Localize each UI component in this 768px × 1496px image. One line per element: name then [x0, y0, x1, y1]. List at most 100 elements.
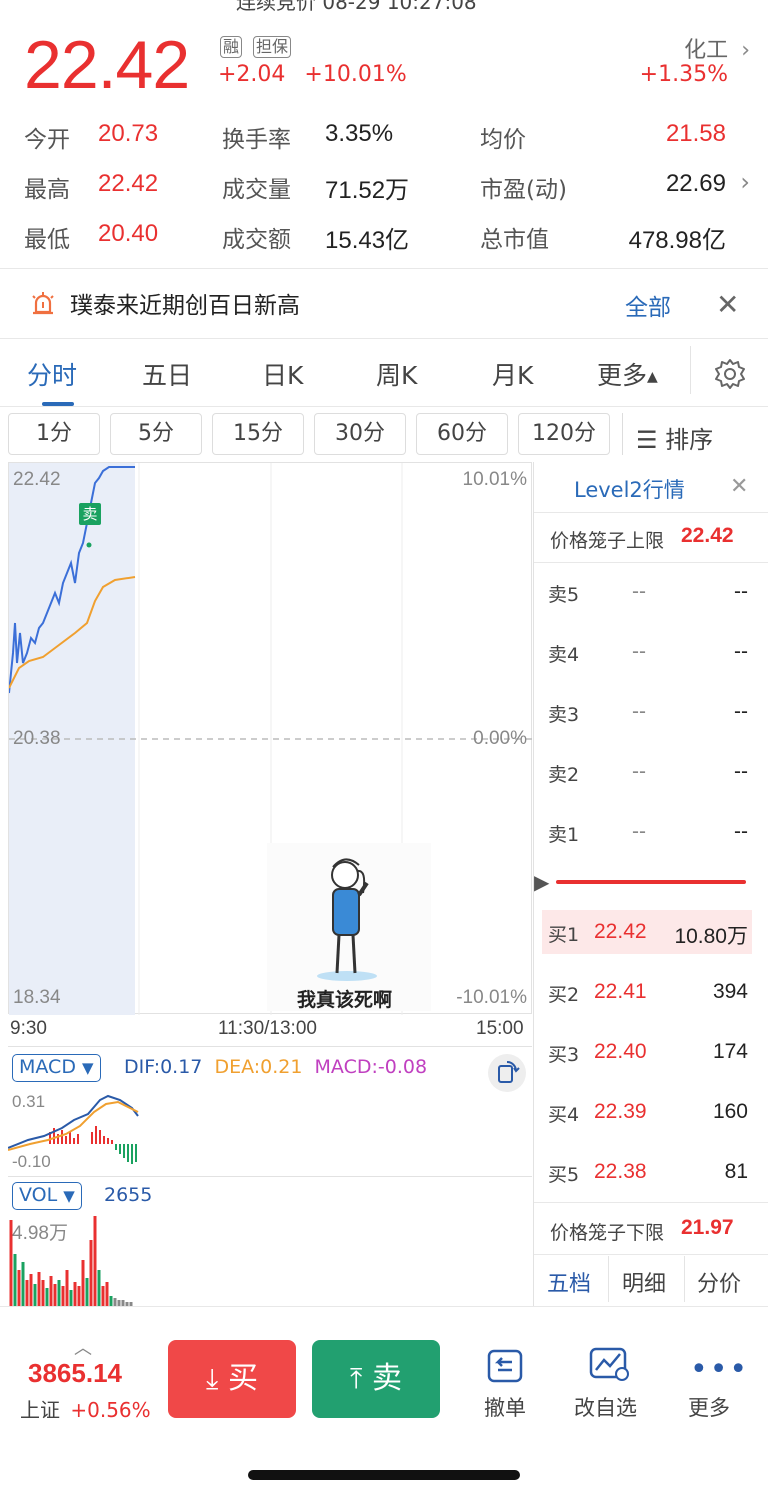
- stat-avg-label: 均价: [480, 127, 526, 153]
- ask-volume: --: [734, 640, 748, 663]
- bid-row: 买1 22.42 10.80万: [548, 920, 748, 950]
- index-value[interactable]: 3865.14: [28, 1358, 122, 1389]
- index-percent: +0.56%: [70, 1398, 151, 1422]
- tab-order-book[interactable]: 五档: [547, 1266, 591, 1298]
- vol-value: 2655: [104, 1184, 153, 1206]
- upper-limit-value: 22.42: [681, 524, 734, 547]
- arrow-down-icon: ⤓: [206, 1362, 219, 1395]
- stat-amount-label: 成交额: [222, 227, 291, 253]
- minute-30-button[interactable]: 30分: [314, 413, 406, 455]
- bid-price: 22.42: [594, 920, 647, 943]
- industry-percent: +1.35%: [639, 62, 728, 87]
- price-change: +2.04 +10.01%: [218, 62, 407, 87]
- tab-more[interactable]: 更多▲: [597, 356, 658, 392]
- sort-label: 排序: [665, 426, 714, 454]
- bid-row: 买4 22.39 160: [548, 1100, 748, 1130]
- minute-15-button[interactable]: 15分: [212, 413, 304, 455]
- ask-price: --: [632, 700, 646, 723]
- minute-60-button[interactable]: 60分: [416, 413, 508, 455]
- ask-label: 卖1: [548, 824, 580, 846]
- chevron-right-icon: ›: [741, 38, 750, 63]
- cancel-order-label[interactable]: 撤单: [484, 1392, 526, 1422]
- minute-1-button[interactable]: 1分: [8, 413, 100, 455]
- y-mid-label: 20.38: [13, 728, 61, 749]
- stat-volume-label: 成交量: [222, 177, 291, 203]
- y-low-label: 18.34: [13, 987, 61, 1008]
- ask-label: 卖3: [548, 704, 580, 726]
- ask-price: --: [632, 760, 646, 783]
- macd-selector[interactable]: MACD ▼: [12, 1054, 101, 1082]
- intraday-chart[interactable]: 卖 22.42 20.38 18.34 10.01% 0.00% -10.01%…: [8, 462, 533, 1015]
- tab-five-day[interactable]: 五日: [142, 356, 192, 392]
- news-all-link[interactable]: 全部: [625, 288, 671, 322]
- rotate-icon[interactable]: [488, 1054, 526, 1092]
- change-value: +2.04: [218, 62, 286, 87]
- sell-button[interactable]: ⤒ 卖: [312, 1340, 440, 1418]
- stat-turnover-value: 3.35%: [325, 120, 394, 147]
- tab-intraday[interactable]: 分时: [27, 356, 77, 392]
- ask-label: 卖2: [548, 764, 580, 786]
- close-icon[interactable]: ✕: [730, 474, 748, 499]
- tab-more-label: 更多: [597, 361, 648, 390]
- edit-watchlist-icon[interactable]: [588, 1346, 632, 1384]
- stat-high-label: 最高: [24, 177, 70, 203]
- divider: [534, 1254, 768, 1255]
- bid-label: 买3: [548, 1044, 580, 1066]
- buy-label: 买: [227, 1361, 258, 1396]
- tab-price-distribution[interactable]: 分价: [697, 1266, 741, 1298]
- index-name: 上证: [20, 1398, 60, 1422]
- macd-values: DIF:0.17 DEA:0.21 MACD:-0.08: [124, 1056, 427, 1078]
- tab-weekly-k[interactable]: 周K: [376, 356, 417, 392]
- bid-price: 22.38: [594, 1160, 647, 1183]
- ask-volume: --: [734, 700, 748, 723]
- ask-volume: --: [734, 760, 748, 783]
- index-info[interactable]: 上证 +0.56%: [20, 1394, 151, 1423]
- divider: [0, 406, 768, 407]
- vol-selector[interactable]: VOL ▼: [12, 1182, 82, 1210]
- level2-title[interactable]: Level2行情: [574, 474, 685, 504]
- margin-tag: 融: [220, 36, 243, 58]
- change-percent: +10.01%: [304, 62, 407, 87]
- lower-limit-label: 价格笼子下限: [550, 1222, 665, 1244]
- divider: [0, 1306, 768, 1307]
- chevron-right-icon[interactable]: ›: [740, 168, 750, 196]
- buy-button[interactable]: ⤓ 买: [168, 1340, 296, 1418]
- close-icon[interactable]: ✕: [716, 288, 739, 321]
- minute-5-button[interactable]: 5分: [110, 413, 202, 455]
- ask-row: 卖5 -- --: [548, 580, 748, 610]
- stat-open-value: 20.73: [98, 120, 159, 147]
- ask-row: 卖3 -- --: [548, 700, 748, 730]
- clipped-status-title: 连续竞价 08-29 10:27:08: [236, 0, 477, 14]
- more-label[interactable]: 更多: [688, 1392, 730, 1422]
- sort-button[interactable]: ☰ 排序: [636, 420, 713, 455]
- home-indicator[interactable]: [248, 1470, 520, 1480]
- sell-marker[interactable]: 卖: [79, 503, 101, 525]
- stat-pe-label[interactable]: 市盈(动): [480, 170, 567, 204]
- stat-low-label: 最低: [24, 227, 70, 253]
- gear-icon[interactable]: [713, 357, 747, 391]
- cancel-order-icon[interactable]: [486, 1348, 526, 1384]
- tab-daily-k[interactable]: 日K: [262, 356, 303, 392]
- time-mid-label: 11:30/13:00: [218, 1018, 317, 1039]
- stat-turnover-label: 换手率: [222, 127, 291, 153]
- arrow-up-icon: ⤒: [350, 1362, 363, 1395]
- more-icon[interactable]: •••: [690, 1352, 749, 1387]
- ask-volume: --: [734, 580, 748, 603]
- minute-120-button[interactable]: 120分: [518, 413, 610, 455]
- macd-chart: [8, 1094, 139, 1164]
- tab-details[interactable]: 明细: [622, 1266, 666, 1298]
- bid-price: 22.39: [594, 1100, 647, 1123]
- stat-pe-value[interactable]: 22.69: [666, 170, 726, 198]
- ask-row: 卖2 -- --: [548, 760, 748, 790]
- stat-mktcap-label: 总市值: [480, 227, 549, 253]
- sell-label: 卖: [371, 1361, 402, 1396]
- chevron-up-icon[interactable]: ︿: [74, 1334, 92, 1360]
- lower-limit-value: 21.97: [681, 1216, 734, 1239]
- edit-watchlist-label[interactable]: 改自选: [574, 1392, 637, 1422]
- industry-link[interactable]: 化工 ›: [684, 32, 750, 64]
- macd-label: MACD: [19, 1056, 76, 1078]
- ask-row: 卖4 -- --: [548, 640, 748, 670]
- stat-high-value: 22.42: [98, 170, 159, 197]
- news-headline[interactable]: 璞泰来近期创百日新高: [70, 286, 300, 320]
- tab-monthly-k[interactable]: 月K: [492, 356, 533, 392]
